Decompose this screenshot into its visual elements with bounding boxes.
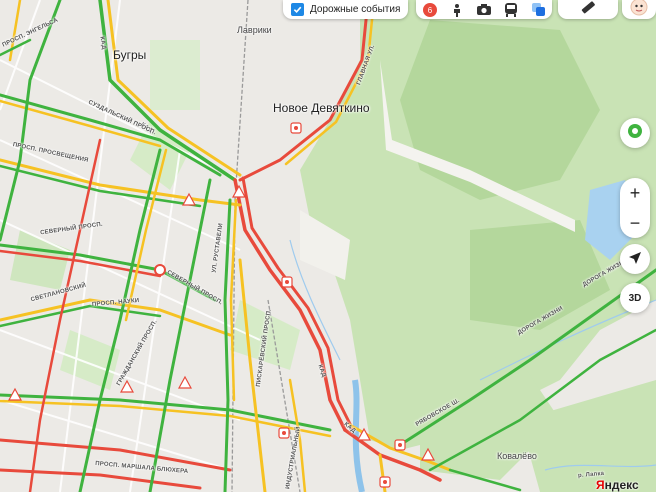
incident-marker: [278, 427, 290, 439]
checkbox-checked-icon[interactable]: [291, 3, 304, 16]
traffic-light-icon: [626, 122, 644, 145]
panorama-icon[interactable]: [447, 1, 467, 18]
traffic-view-button[interactable]: [620, 118, 650, 148]
brand-logo-first: Я: [596, 478, 605, 492]
incident-marker: [394, 439, 406, 451]
layers-toolbar: 6: [416, 0, 552, 19]
mode-3d-button[interactable]: 3D: [620, 283, 650, 313]
traffic-score-icon[interactable]: 6: [420, 1, 440, 18]
place-label-bugry: Бугры: [113, 48, 147, 62]
ruler-icon: [580, 0, 596, 20]
profile-button[interactable]: [622, 0, 656, 19]
avatar-icon: [630, 0, 648, 21]
traffic-score-badge: 6: [427, 6, 432, 15]
place-label-lavriki: Лаврики: [237, 25, 272, 35]
brand-logo-rest: ндекс: [604, 478, 639, 492]
traffic-events-label: Дорожные события: [310, 4, 401, 15]
brand-logo[interactable]: Яндекс: [596, 478, 639, 492]
incident-marker: [379, 476, 391, 488]
incident-marker: [281, 276, 293, 288]
transit-icon[interactable]: [501, 1, 521, 18]
zoom-controls: + −: [620, 178, 650, 238]
location-arrow-icon: [628, 249, 642, 270]
zoom-out-button[interactable]: −: [620, 208, 650, 238]
map-canvas[interactable]: [0, 0, 656, 492]
park-area: [150, 40, 200, 110]
layers-icon[interactable]: [528, 1, 548, 18]
traffic-events-toggle[interactable]: Дорожные события: [283, 0, 408, 19]
ruler-button[interactable]: [558, 0, 618, 19]
place-label-novoe-devyatkino: Новое Девяткино: [273, 101, 370, 115]
incident-marker: [154, 264, 166, 276]
place-label-kovalyovo: Ковалёво: [497, 451, 537, 461]
zoom-in-button[interactable]: +: [620, 178, 650, 208]
incident-marker: [290, 122, 302, 134]
camera-icon[interactable]: [474, 1, 494, 18]
my-location-button[interactable]: [620, 244, 650, 274]
